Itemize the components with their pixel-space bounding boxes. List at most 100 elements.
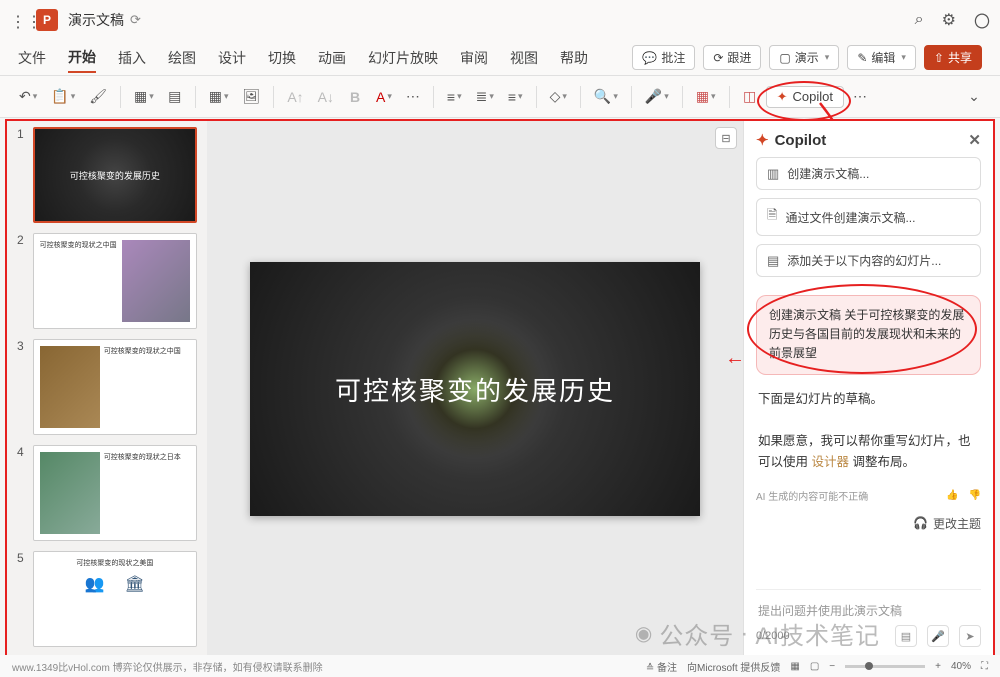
wechat-icon: ◉	[635, 621, 653, 646]
designer-button[interactable]: ▦▾	[691, 83, 721, 111]
user-message: 创建演示文稿 关于可控核聚变的发展历史与各国目前的发展现状和未来的前景展望	[756, 295, 981, 375]
tab-help[interactable]: 帮助	[560, 44, 588, 72]
new-slide-button[interactable]: ▦▾	[129, 83, 159, 111]
assistant-message: 下面是幻灯片的草稿。 如果愿意，我可以帮你重写幻灯片，也可以使用 设计器 调整布…	[756, 383, 981, 480]
comments-button[interactable]: 💬 批注	[632, 45, 695, 70]
more-button[interactable]: ⋯	[848, 83, 872, 111]
copilot-toolbar-button[interactable]: ✦Copilot	[766, 86, 844, 108]
table-button[interactable]: ▦▾	[204, 83, 234, 111]
tab-review[interactable]: 审阅	[460, 44, 488, 72]
user-icon[interactable]: 〇	[974, 8, 990, 32]
cloud-save-icon[interactable]: ⟳	[130, 12, 141, 28]
catchup-button[interactable]: ⟳ 跟进	[703, 45, 761, 70]
tab-draw[interactable]: 绘图	[168, 44, 196, 72]
tab-design[interactable]: 设计	[218, 44, 246, 72]
titlebar: ⋮⋮⋮ P 演示文稿 ⟳ ⌕ ⚙ 〇	[0, 0, 1000, 40]
file-icon: 🗎	[767, 206, 777, 228]
ribbon-collapse-icon[interactable]: ⌄	[962, 83, 986, 111]
thumbnail-3[interactable]: 可控核聚变的现状之中国	[33, 339, 197, 435]
font-color-button[interactable]: A▾	[371, 83, 397, 111]
slide-icon: ▤	[767, 253, 779, 269]
suggestion-from-file[interactable]: 🗎通过文件创建演示文稿...	[756, 198, 981, 236]
settings-icon[interactable]: ⚙	[942, 10, 956, 30]
status-text: www.1349比vHol.com 博弈论仅供展示，非存储，如有侵权请联系删除	[12, 659, 323, 674]
search-icon[interactable]: ⌕	[915, 11, 924, 29]
find-button[interactable]: 🔍▾	[589, 83, 623, 111]
thumb-number: 1	[17, 127, 27, 223]
presentation-icon: ▥	[767, 166, 779, 182]
watermark: ◉ 公众号 · AI技术笔记	[635, 616, 880, 651]
feedback-link[interactable]: 向Microsoft 提供反馈	[687, 659, 780, 674]
suggestion-add-slide[interactable]: ▤添加关于以下内容的幻灯片...	[756, 244, 981, 277]
powerpoint-icon: P	[36, 9, 58, 31]
designer-link[interactable]: 设计器	[811, 455, 849, 469]
comment-toggle-icon[interactable]: ⊟	[715, 127, 737, 149]
picture-button[interactable]: 🖼	[238, 83, 266, 111]
tab-slideshow[interactable]: 幻灯片放映	[368, 44, 438, 72]
shapes-button[interactable]: ◇▾	[545, 83, 572, 111]
tab-animation[interactable]: 动画	[318, 44, 346, 72]
toolbar: ↶▾ 📋▾ 🖌 ▦▾ ▤ ▦▾ 🖼 A↑ A↓ B A▾ ⋯ ≡▾ ≣▾ ≡▾ …	[0, 76, 1000, 118]
thumbs-up-icon[interactable]: 👍	[946, 490, 958, 501]
thumbs-down-icon[interactable]: 👎	[969, 490, 981, 501]
present-button[interactable]: ▢ 演示▾	[769, 45, 839, 70]
tab-file[interactable]: 文件	[18, 44, 46, 72]
bullets-button[interactable]: ≡▾	[442, 83, 467, 111]
notes-button[interactable]: ≙ 备注	[646, 659, 677, 674]
dictate-button[interactable]: 🎤▾	[640, 83, 674, 111]
bold-button[interactable]: B	[343, 83, 367, 111]
apps-icon[interactable]: ⋮⋮⋮	[10, 12, 26, 28]
change-theme-button[interactable]: 🎧更改主题	[756, 511, 981, 536]
slide-canvas: ⊟ 可控核聚变的发展历史 ←	[207, 121, 743, 657]
addins-button[interactable]: ◫	[738, 83, 762, 111]
zoom-in-icon[interactable]: +	[935, 661, 941, 672]
font-increase-button[interactable]: A↑	[282, 83, 308, 111]
layout-button[interactable]: ▤	[163, 83, 187, 111]
numbering-button[interactable]: ≣▾	[471, 83, 499, 111]
view-normal-icon[interactable]: ▦	[790, 661, 799, 672]
thumb-number: 5	[17, 551, 27, 647]
thumb-number: 2	[17, 233, 27, 329]
copilot-title: Copilot	[775, 132, 827, 149]
share-button[interactable]: ⇧ 共享	[924, 45, 982, 70]
close-icon[interactable]: ✕	[968, 131, 981, 149]
ribbon-tabs: 文件 开始 插入 绘图 设计 切换 动画 幻灯片放映 审阅 视图 帮助 💬 批注…	[0, 40, 1000, 76]
current-slide[interactable]: 可控核聚变的发展历史	[250, 262, 700, 516]
send-icon[interactable]: ➤	[959, 625, 981, 647]
zoom-level[interactable]: 40%	[951, 661, 971, 672]
thumbnail-1[interactable]: 可控核聚变的发展历史	[33, 127, 197, 223]
edit-mode-button[interactable]: ✎ 编辑▾	[847, 45, 916, 70]
view-slideshow-icon[interactable]: ▢	[810, 661, 819, 672]
thumbnail-5[interactable]: 可控核聚变的现状之美国👥🏛	[33, 551, 197, 647]
tab-home[interactable]: 开始	[68, 43, 96, 73]
paste-button[interactable]: 📋▾	[46, 83, 80, 111]
slide-title: 可控核聚变的发展历史	[335, 371, 615, 408]
zoom-slider[interactable]	[845, 665, 925, 668]
tab-transition[interactable]: 切换	[268, 44, 296, 72]
thumbnail-2[interactable]: 可控核聚变的现状之中国	[33, 233, 197, 329]
tab-insert[interactable]: 插入	[118, 44, 146, 72]
document-title[interactable]: 演示文稿	[68, 10, 124, 30]
slide-thumbnails: 1 可控核聚变的发展历史 2 可控核聚变的现状之中国 3 可控核聚变的现状之中国…	[7, 121, 207, 657]
thumb-number: 3	[17, 339, 27, 435]
format-painter-button[interactable]: 🖌	[84, 83, 112, 111]
ai-disclaimer: AI 生成的内容可能不正确	[756, 488, 868, 503]
thumb-number: 4	[17, 445, 27, 541]
font-decrease-button[interactable]: A↓	[313, 83, 339, 111]
theme-icon: 🎧	[913, 516, 928, 530]
align-button[interactable]: ≡▾	[503, 83, 528, 111]
highlight-button[interactable]: ⋯	[401, 83, 425, 111]
thumbnail-4[interactable]: 可控核聚变的现状之日本	[33, 445, 197, 541]
copilot-logo-icon: ✦	[756, 131, 769, 149]
copilot-panel: ✦ Copilot ✕ ▥创建演示文稿... 🗎通过文件创建演示文稿... ▤添…	[743, 121, 993, 657]
attach-icon[interactable]: ▤	[895, 625, 917, 647]
workspace: 1 可控核聚变的发展历史 2 可控核聚变的现状之中国 3 可控核聚变的现状之中国…	[5, 119, 995, 659]
suggestion-create[interactable]: ▥创建演示文稿...	[756, 157, 981, 190]
fit-icon[interactable]: ⛶	[981, 661, 988, 672]
undo-button[interactable]: ↶▾	[14, 83, 42, 111]
mic-icon[interactable]: 🎤	[927, 625, 949, 647]
zoom-out-icon[interactable]: −	[829, 661, 835, 672]
statusbar: www.1349比vHol.com 博弈论仅供展示，非存储，如有侵权请联系删除 …	[0, 655, 1000, 677]
annotation-arrow-icon: ←	[725, 347, 745, 370]
tab-view[interactable]: 视图	[510, 44, 538, 72]
